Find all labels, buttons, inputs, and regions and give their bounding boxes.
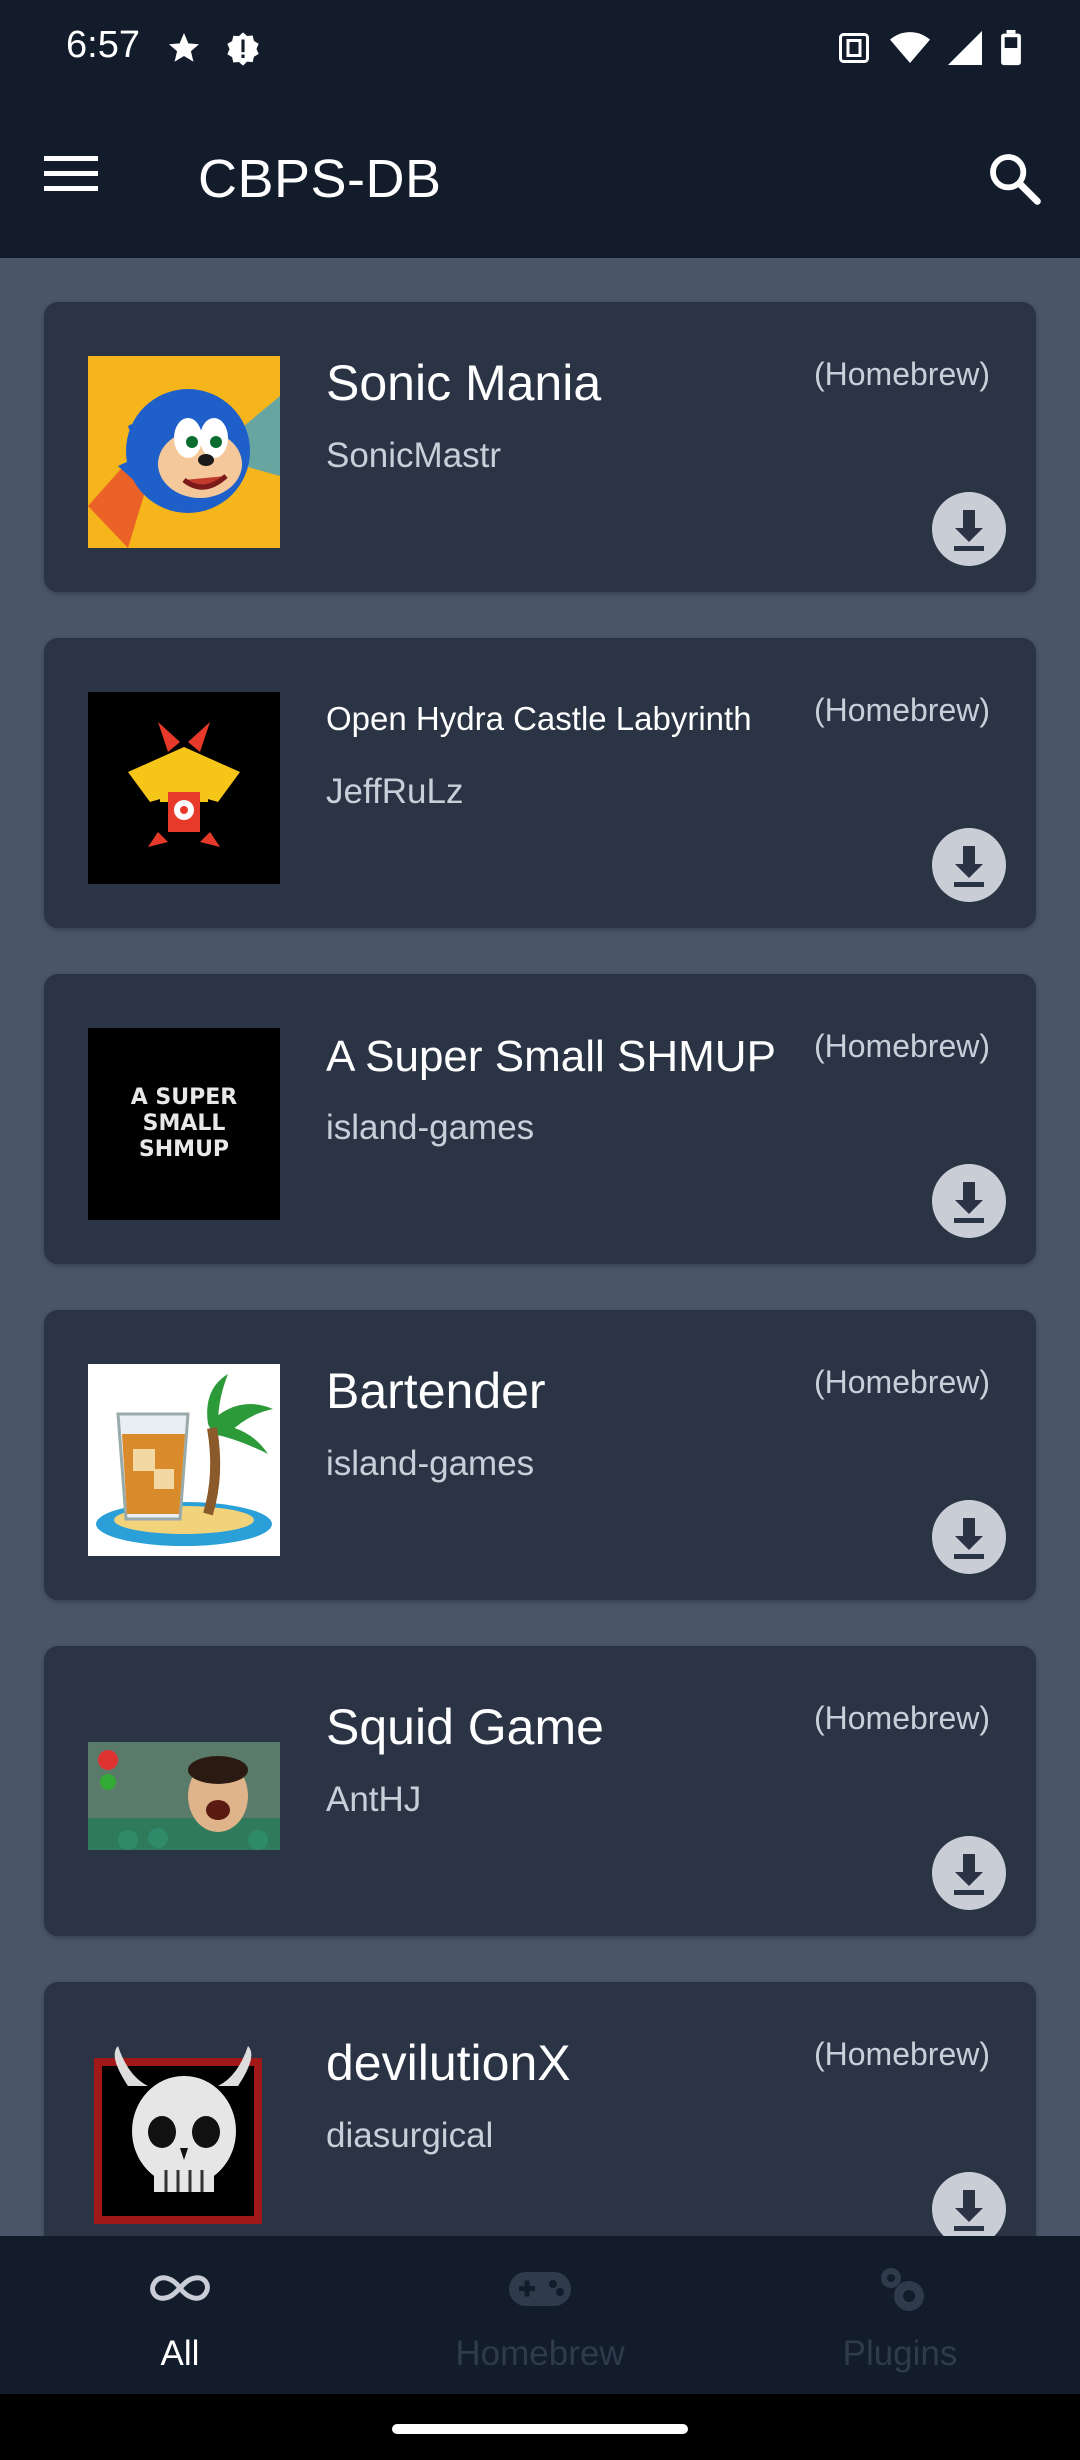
status-time: 6:57	[66, 24, 140, 66]
status-left-icons	[166, 30, 262, 68]
devilutionx-thumbnail-image	[88, 2036, 280, 2228]
nav-tab-all[interactable]: All	[0, 2236, 360, 2394]
item-category-tag: (Homebrew)	[813, 356, 990, 392]
list-item[interactable]: Open Hydra Castle Labyrinth JeffRuLz (Ho…	[44, 638, 1036, 928]
thumbnail	[88, 1700, 280, 1892]
download-icon	[954, 846, 984, 887]
list-item[interactable]: Squid Game AntHJ (Homebrew)	[44, 1646, 1036, 1936]
download-button[interactable]	[932, 1500, 1006, 1574]
gesture-handle[interactable]	[392, 2424, 688, 2434]
status-bar: 6:57	[0, 0, 1080, 100]
item-author: SonicMastr	[326, 436, 502, 475]
gesture-navigation-area	[0, 2394, 1080, 2460]
list-item[interactable]: Bartender island-games (Homebrew)	[44, 1310, 1036, 1600]
nav-tab-homebrew[interactable]: Homebrew	[360, 2236, 720, 2394]
alert-shield-icon	[227, 32, 259, 66]
bottom-navigation: All Homebrew Plugins	[0, 2236, 1080, 2394]
item-title: devilutionX	[326, 2035, 571, 2091]
download-button[interactable]	[932, 1836, 1006, 1910]
nfc-icon	[839, 33, 869, 63]
bartender-thumbnail-image	[88, 1364, 280, 1556]
download-icon	[954, 1518, 984, 1559]
app-bar: CBPS-DB	[0, 100, 1080, 258]
download-icon	[954, 1182, 984, 1223]
item-author: diasurgical	[326, 2116, 494, 2155]
download-button[interactable]	[932, 2172, 1006, 2236]
list-item[interactable]: A SUPER SMALL SHMUP A Super Small SHMUP …	[44, 974, 1036, 1264]
item-author: island-games	[326, 1444, 535, 1483]
download-button[interactable]	[932, 828, 1006, 902]
item-title: Squid Game	[326, 1699, 604, 1755]
item-category-tag: (Homebrew)	[813, 1700, 990, 1736]
download-icon	[954, 1854, 984, 1895]
item-title: Open Hydra Castle Labyrinth	[326, 700, 752, 737]
nav-label: Homebrew	[455, 2334, 625, 2373]
item-title: Bartender	[326, 1363, 546, 1419]
gear-icon	[881, 2268, 924, 2311]
list-item[interactable]: Sonic Mania SonicMastr (Homebrew)	[44, 302, 1036, 592]
item-category-tag: (Homebrew)	[813, 1364, 990, 1400]
sonic-thumbnail-image	[88, 356, 280, 548]
item-author: JeffRuLz	[326, 772, 464, 811]
squid-game-thumbnail-image	[88, 1700, 280, 1892]
item-category-tag: (Homebrew)	[813, 1028, 990, 1064]
status-right-icons	[836, 30, 1022, 66]
item-author: island-games	[326, 1108, 535, 1147]
app-list[interactable]: Sonic Mania SonicMastr (Homebrew) Open H…	[0, 258, 1080, 2236]
nav-tab-plugins[interactable]: Plugins	[720, 2236, 1080, 2394]
hamburger-menu-icon	[44, 156, 98, 191]
nav-label: Plugins	[842, 2334, 958, 2373]
thumbnail	[88, 1364, 280, 1556]
download-icon	[954, 510, 984, 551]
item-title: A Super Small SHMUP	[326, 1032, 776, 1081]
download-icon	[954, 2190, 984, 2231]
battery-icon	[1001, 30, 1021, 66]
thumbnail	[88, 356, 280, 548]
star-icon	[169, 33, 199, 62]
app-title: CBPS-DB	[198, 149, 442, 209]
nav-label: All	[160, 2334, 200, 2373]
thumbnail	[88, 2036, 280, 2228]
shmup-thumbnail-text: A SUPER SMALL SHMUP	[130, 1085, 238, 1162]
item-category-tag: (Homebrew)	[813, 2036, 990, 2072]
thumbnail: A SUPER SMALL SHMUP	[88, 1028, 280, 1220]
search-button[interactable]	[986, 150, 1050, 214]
item-category-tag: (Homebrew)	[813, 692, 990, 728]
item-title: Sonic Mania	[326, 355, 602, 411]
wifi-icon	[890, 32, 930, 63]
infinity-icon	[150, 2275, 210, 2301]
thumbnail	[88, 692, 280, 884]
list-item[interactable]: devilutionX diasurgical (Homebrew)	[44, 1982, 1036, 2236]
hydra-castle-thumbnail-image	[88, 692, 280, 884]
menu-button[interactable]	[44, 154, 108, 204]
gamepad-icon	[509, 2272, 571, 2306]
signal-icon	[948, 31, 982, 65]
item-author: AntHJ	[326, 1780, 422, 1819]
download-button[interactable]	[932, 492, 1006, 566]
download-button[interactable]	[932, 1164, 1006, 1238]
search-icon	[990, 154, 1041, 205]
